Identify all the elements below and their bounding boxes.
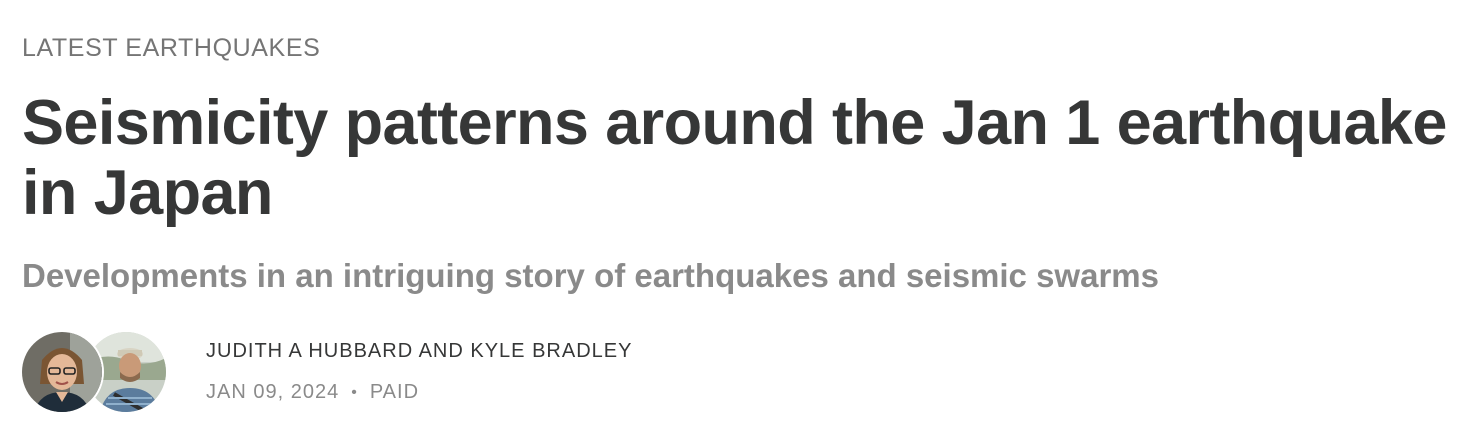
- avatar[interactable]: [22, 332, 102, 412]
- author-photo-icon: [22, 332, 102, 412]
- post-date: JAN 09, 2024: [206, 381, 340, 403]
- meta-separator: •: [351, 383, 358, 401]
- author-avatars: [22, 330, 172, 414]
- audience-badge: PAID: [369, 381, 420, 403]
- section-label[interactable]: LATEST EARTHQUAKES: [22, 34, 320, 63]
- byline: JUDITH A HUBBARD AND KYLE BRADLEY JAN 09…: [22, 330, 632, 414]
- post-title: Seismicity patterns around the Jan 1 ear…: [22, 88, 1447, 228]
- post-meta: JAN 09, 2024 • PAID: [206, 381, 632, 404]
- byline-meta: JUDITH A HUBBARD AND KYLE BRADLEY JAN 09…: [206, 340, 632, 404]
- post-subtitle: Developments in an intriguing story of e…: [22, 257, 1159, 294]
- author-names[interactable]: JUDITH A HUBBARD AND KYLE BRADLEY: [206, 340, 632, 363]
